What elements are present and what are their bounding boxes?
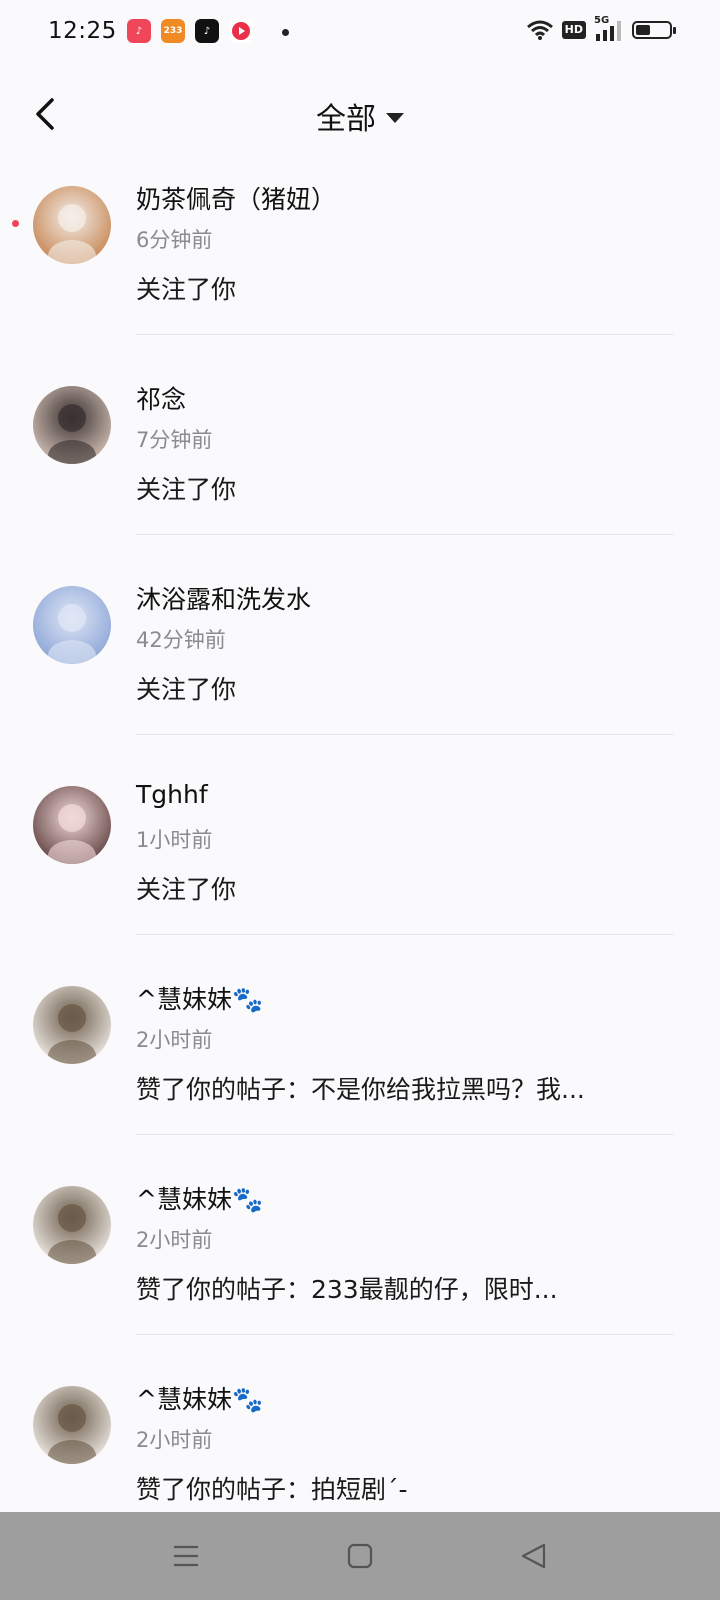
unread-dot: [12, 220, 19, 227]
user-name[interactable]: ^慧妹妹🐾: [136, 1380, 263, 1416]
divider: [136, 334, 674, 335]
notification-dot: [282, 29, 289, 36]
divider: [136, 934, 674, 935]
notification-list: 奶茶佩奇（猪妞） 6分钟前 关注了你 祁念 7分钟前 关注了你 沐浴露和洗发水 …: [0, 178, 720, 1578]
avatar[interactable]: [33, 786, 111, 864]
notification-text[interactable]: 关注了你: [136, 470, 236, 506]
user-name[interactable]: ^慧妹妹🐾: [136, 1180, 263, 1216]
notification-text[interactable]: 赞了你的帖子：不是你给我拉黑吗？我...: [136, 1070, 585, 1106]
user-name[interactable]: 沐浴露和洗发水: [136, 580, 311, 616]
avatar[interactable]: [33, 986, 111, 1064]
divider: [136, 1334, 674, 1335]
signal-icon: 5G: [594, 15, 624, 42]
timestamp: 2小时前: [136, 1428, 213, 1452]
app-233-icon: 233: [161, 19, 185, 43]
notification-text[interactable]: 赞了你的帖子：拍短剧´-: [136, 1470, 408, 1506]
avatar[interactable]: [33, 1386, 111, 1464]
user-name[interactable]: Tghhf: [136, 780, 208, 809]
notification-text[interactable]: 赞了你的帖子：233最靓的仔，限时...: [136, 1270, 558, 1306]
video-app-icon: [229, 19, 253, 43]
timestamp: 6分钟前: [136, 228, 213, 252]
caret-down-icon: [386, 113, 404, 123]
timestamp: 7分钟前: [136, 428, 213, 452]
notification-text[interactable]: 关注了你: [136, 870, 236, 906]
notification-item[interactable]: 沐浴露和洗发水 42分钟前 关注了你: [0, 578, 720, 778]
wifi-icon: [526, 20, 553, 40]
timestamp: 2小时前: [136, 1028, 213, 1052]
notification-item[interactable]: 奶茶佩奇（猪妞） 6分钟前 关注了你: [0, 178, 720, 378]
filter-dropdown[interactable]: 全部: [0, 94, 720, 138]
menu-button[interactable]: [168, 1538, 204, 1574]
timestamp: 1小时前: [136, 828, 213, 852]
timestamp: 2小时前: [136, 1228, 213, 1252]
status-bar: 12:25 ♪ 233 ♪ HD 5G: [0, 0, 720, 64]
notification-text[interactable]: 关注了你: [136, 670, 236, 706]
divider: [136, 534, 674, 535]
avatar[interactable]: [33, 186, 111, 264]
avatar[interactable]: [33, 586, 111, 664]
user-name[interactable]: 祁念: [136, 380, 186, 416]
notification-item[interactable]: ^慧妹妹🐾 2小时前 赞了你的帖子：不是你给我拉黑吗？我...: [0, 978, 720, 1178]
divider: [136, 1134, 674, 1135]
home-button[interactable]: [342, 1538, 378, 1574]
back-triangle-icon: [521, 1543, 546, 1569]
avatar[interactable]: [33, 386, 111, 464]
music-app-icon: ♪: [127, 19, 151, 43]
tiktok-icon: ♪: [195, 19, 219, 43]
user-name[interactable]: 奶茶佩奇（猪妞）: [136, 180, 336, 216]
menu-icon: [174, 1545, 198, 1567]
home-square-icon: [347, 1543, 373, 1569]
timestamp: 42分钟前: [136, 628, 226, 652]
notification-item[interactable]: 祁念 7分钟前 关注了你: [0, 378, 720, 578]
top-nav: 全部: [0, 70, 720, 160]
battery-level: [636, 25, 650, 35]
divider: [136, 734, 674, 735]
avatar[interactable]: [33, 1186, 111, 1264]
system-back-button[interactable]: [516, 1538, 552, 1574]
notification-item[interactable]: Tghhf 1小时前 关注了你: [0, 778, 720, 978]
battery-icon: [632, 21, 676, 39]
hd-badge: HD: [561, 21, 586, 39]
system-nav-bar: [0, 1512, 720, 1600]
status-time: 12:25: [48, 18, 117, 44]
notification-item[interactable]: ^慧妹妹🐾 2小时前 赞了你的帖子：233最靓的仔，限时...: [0, 1178, 720, 1378]
page-title: 全部: [316, 102, 376, 137]
notification-text[interactable]: 关注了你: [136, 270, 236, 306]
status-indicators: HD 5G: [526, 15, 676, 42]
user-name[interactable]: ^慧妹妹🐾: [136, 980, 263, 1016]
